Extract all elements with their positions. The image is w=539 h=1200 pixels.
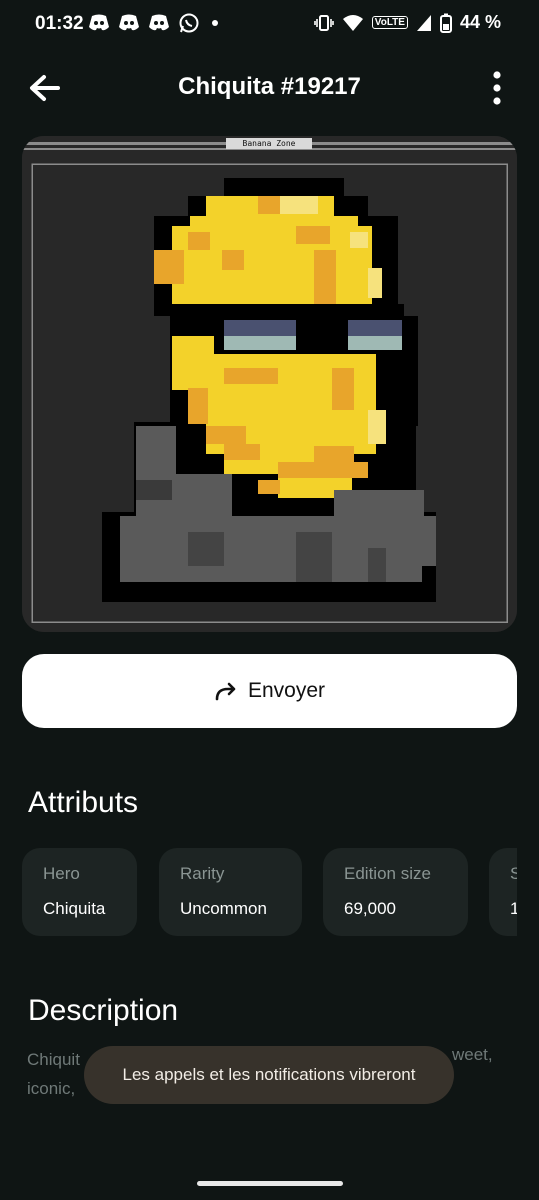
attribute-value: 69,000 [344,899,396,918]
more-vertical-icon [493,71,501,105]
attribute-value: Chiquita [43,899,106,918]
status-bar: 01:32 VoLTE 44 % [0,0,539,50]
nft-pixel-art [22,136,517,632]
toast-text: Les appels et les notifications vibreron… [122,1065,416,1084]
attribute-label: Hero [43,864,80,883]
home-indicator[interactable] [197,1181,343,1186]
attribute-label: S [510,864,517,883]
signal-icon [416,14,431,31]
battery-icon [439,13,452,33]
nft-image[interactable]: Banana Zone [22,136,517,632]
vibrate-icon [313,14,334,31]
attribute-label: Rarity [180,864,225,883]
discord-icon [89,14,109,31]
attributes-title: Attributs [28,786,139,819]
volte-icon: VoLTE [371,16,408,29]
notification-icons [88,12,222,34]
send-label: Envoyer [247,679,326,702]
attribute-card: Hero Chiquita [22,848,137,936]
description-title: Description [28,994,179,1027]
dot-icon [212,20,218,26]
toast: Les appels et les notifications vibreron… [84,1046,454,1104]
wifi-icon [342,14,363,31]
battery-percent: 44 % [459,12,501,32]
attribute-label: Edition size [344,864,431,883]
attributes-list[interactable]: Hero Chiquita Rarity Uncommon Edition si… [22,848,517,938]
attribute-card: S 1 [489,848,517,936]
attribute-card: Rarity Uncommon [159,848,302,936]
more-options-button[interactable] [479,66,515,110]
attribute-value: 1 [510,899,517,918]
page-title: Chiquita #19217 [178,73,361,100]
system-icons: VoLTE 44 % [313,12,501,33]
status-time: 01:32 [35,13,84,34]
discord-icon [119,14,139,31]
share-arrow-icon [215,682,236,701]
whatsapp-icon [179,13,199,33]
banner-label: Banana Zone [226,138,312,149]
discord-icon [149,14,169,31]
app-bar: Chiquita #19217 [0,58,539,118]
attribute-card: Edition size 69,000 [323,848,468,936]
attribute-value: Uncommon [180,899,267,918]
description-line-1-end: weet, [452,1045,493,1064]
send-button[interactable]: Envoyer [22,654,517,728]
